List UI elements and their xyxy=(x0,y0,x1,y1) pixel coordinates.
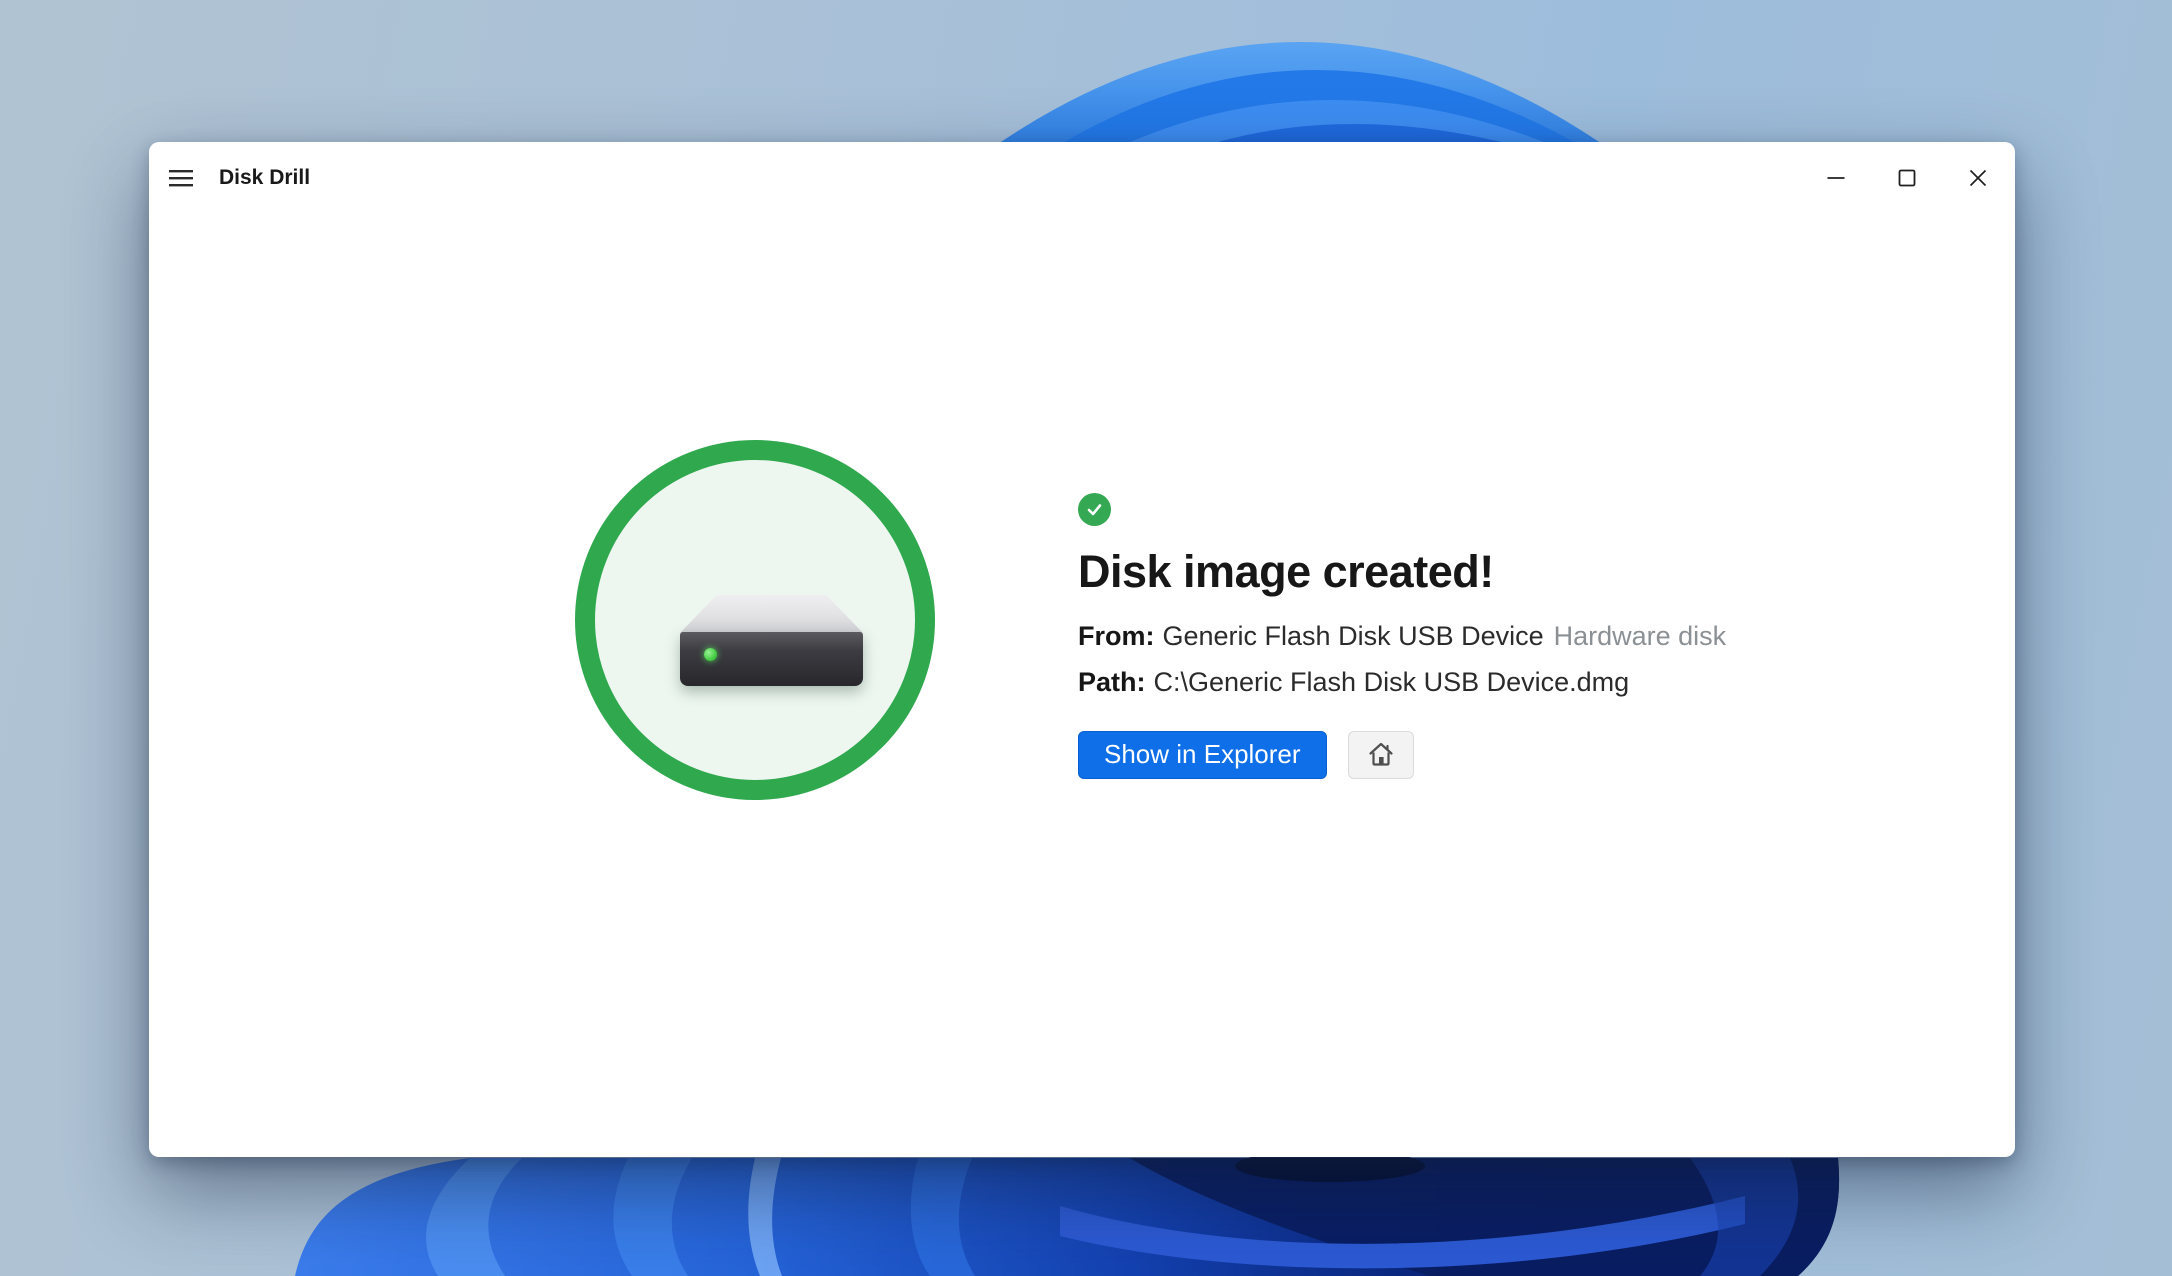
desktop-background: Disk Drill xyxy=(0,0,2172,1276)
close-button[interactable] xyxy=(1945,156,2011,200)
from-label: From: xyxy=(1078,621,1155,651)
menu-button[interactable] xyxy=(157,156,205,200)
path-value: C:\Generic Flash Disk USB Device.dmg xyxy=(1154,667,1630,697)
disk-led-indicator xyxy=(704,648,717,661)
show-in-explorer-button[interactable]: Show in Explorer xyxy=(1078,731,1327,779)
result-panel: Disk image created! From: Generic Flash D… xyxy=(1078,493,1838,779)
disk-lid xyxy=(680,595,863,633)
wallpaper-bloom-bottom xyxy=(0,1140,2172,1276)
wallpaper-bloom-top xyxy=(0,0,2172,160)
home-button[interactable] xyxy=(1348,731,1414,779)
disk-drive-icon xyxy=(680,595,863,687)
maximize-button[interactable] xyxy=(1874,156,1940,200)
path-line: Path: C:\Generic Flash Disk USB Device.dm… xyxy=(1078,667,1838,699)
from-meta: Hardware disk xyxy=(1554,621,1727,651)
success-badge xyxy=(1078,493,1111,526)
titlebar[interactable]: Disk Drill xyxy=(149,142,2015,214)
home-icon xyxy=(1366,740,1396,770)
result-heading: Disk image created! xyxy=(1078,545,1838,599)
action-row: Show in Explorer xyxy=(1078,731,1838,779)
check-icon xyxy=(1085,500,1104,519)
from-line: From: Generic Flash Disk USB Device Hardwa… xyxy=(1078,621,1838,653)
app-window: Disk Drill xyxy=(149,142,2015,1157)
maximize-icon xyxy=(1895,166,1919,190)
close-icon xyxy=(1966,166,1990,190)
minimize-button[interactable] xyxy=(1803,156,1869,200)
hamburger-icon xyxy=(168,168,194,188)
caption-controls xyxy=(1803,156,2011,200)
window-title: Disk Drill xyxy=(219,166,310,190)
from-value: Generic Flash Disk USB Device xyxy=(1163,621,1544,651)
path-label: Path: xyxy=(1078,667,1146,697)
minimize-icon xyxy=(1824,166,1848,190)
disk-front xyxy=(680,632,863,686)
